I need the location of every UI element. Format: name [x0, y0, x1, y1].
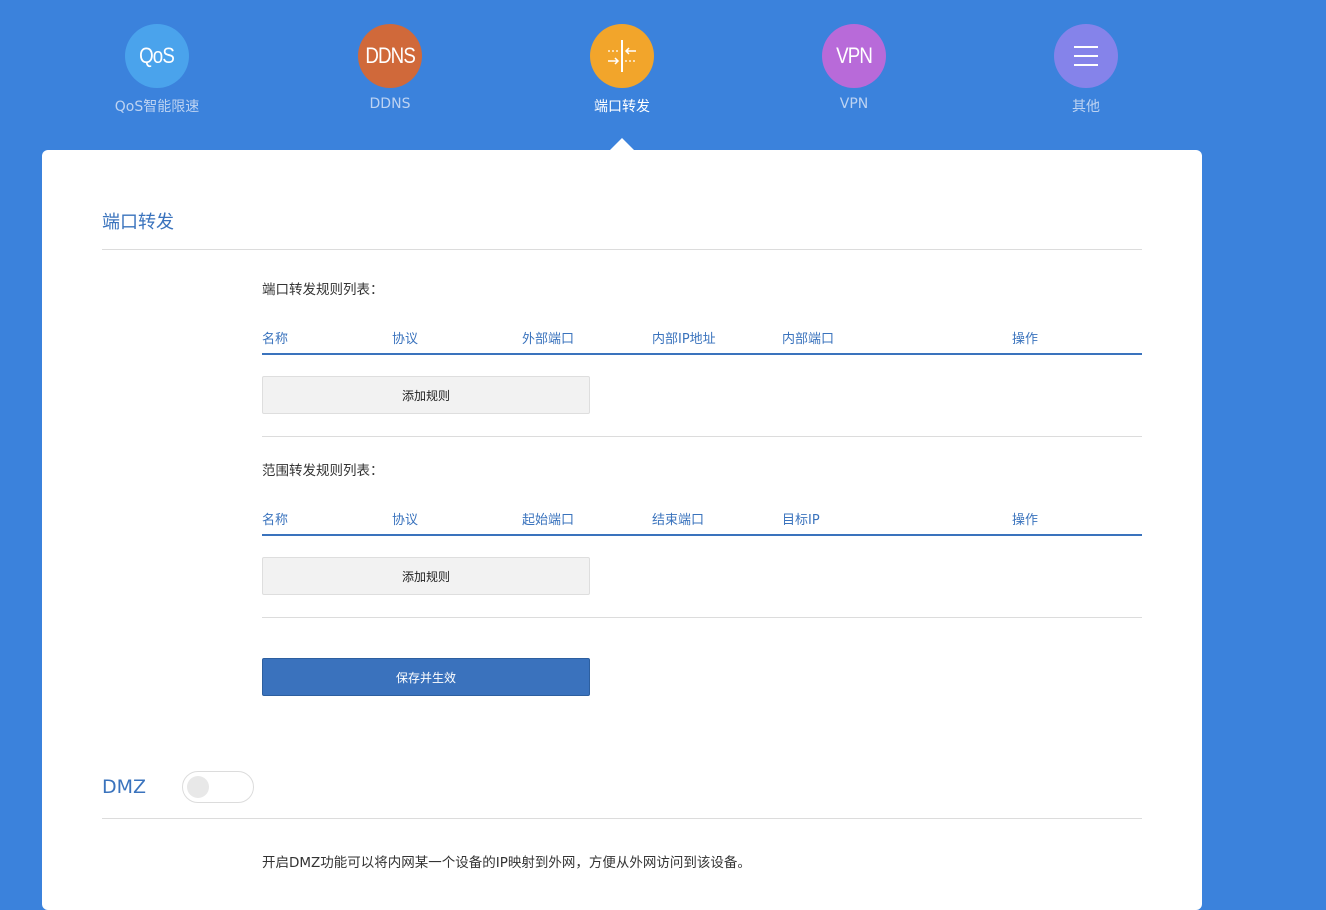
range-header-start-port: 起始端口: [522, 513, 575, 528]
range-list-title: 范围转发规则列表：: [262, 463, 384, 479]
port-forward-icon: [590, 24, 654, 88]
save-apply-button[interactable]: 保存并生效: [262, 658, 590, 696]
section-title-dmz: DMZ: [102, 776, 147, 798]
dmz-toggle-knob: [187, 776, 209, 798]
nav-label-port-forward: 端口转发: [594, 99, 650, 115]
rules-list-title: 端口转发规则列表：: [262, 282, 384, 298]
rules-header-name: 名称: [262, 332, 289, 347]
nav-label-ddns: DDNS: [369, 96, 411, 112]
section-title-port-forward: 端口转发: [102, 212, 174, 233]
ddns-icon: DDNS: [358, 24, 422, 88]
range-header-protocol: 协议: [392, 513, 419, 528]
divider: [102, 818, 1142, 819]
range-header-underline: [262, 534, 1142, 536]
rules-header-external-port: 外部端口: [522, 332, 575, 347]
range-header-actions: 操作: [1012, 513, 1039, 528]
range-header-end-port: 结束端口: [652, 513, 705, 528]
divider: [262, 436, 1142, 437]
rules-header-protocol: 协议: [392, 332, 419, 347]
divider: [102, 249, 1142, 250]
rules-header-internal-ip: 内部IP地址: [652, 332, 716, 347]
qos-icon-text: QoS: [139, 43, 176, 68]
menu-icon-graphic: [1074, 46, 1098, 66]
nav-item-vpn[interactable]: VPN VPN: [774, 24, 934, 112]
nav-item-qos[interactable]: QoS QoS智能限速: [77, 24, 237, 116]
nav-item-other[interactable]: 其他: [1006, 24, 1166, 116]
rules-header-underline: [262, 353, 1142, 355]
rules-header-internal-port: 内部端口: [782, 332, 835, 347]
divider: [262, 617, 1142, 618]
range-header-name: 名称: [262, 513, 289, 528]
port-forward-icon-graphic: [608, 40, 636, 72]
nav-label-qos: QoS智能限速: [114, 99, 200, 115]
add-range-rule-button[interactable]: 添加规则: [262, 557, 590, 595]
main-panel: 端口转发 端口转发规则列表： 名称 协议 外部端口 内部IP地址 内部端口 操作…: [42, 150, 1202, 910]
vpn-icon: VPN: [822, 24, 886, 88]
qos-icon: QoS: [125, 24, 189, 88]
nav-item-ddns[interactable]: DDNS DDNS: [310, 24, 470, 112]
nav-label-other: 其他: [1072, 99, 1100, 115]
add-rule-button[interactable]: 添加规则: [262, 376, 590, 414]
rules-header-actions: 操作: [1012, 332, 1039, 347]
dmz-description: 开启DMZ功能可以将内网某一个设备的IP映射到外网，方便从外网访问到该设备。: [262, 855, 751, 871]
range-header-target-ip: 目标IP: [782, 513, 820, 528]
nav-label-vpn: VPN: [839, 96, 869, 112]
top-nav: QoS QoS智能限速 DDNS DDNS 端口转发 VPN VPN 其他: [0, 0, 1326, 150]
ddns-icon-text: DDNS: [365, 43, 415, 68]
dmz-toggle[interactable]: [182, 771, 254, 803]
vpn-icon-text: VPN: [836, 43, 873, 68]
nav-item-port-forward[interactable]: 端口转发: [542, 24, 702, 116]
menu-icon: [1054, 24, 1118, 88]
